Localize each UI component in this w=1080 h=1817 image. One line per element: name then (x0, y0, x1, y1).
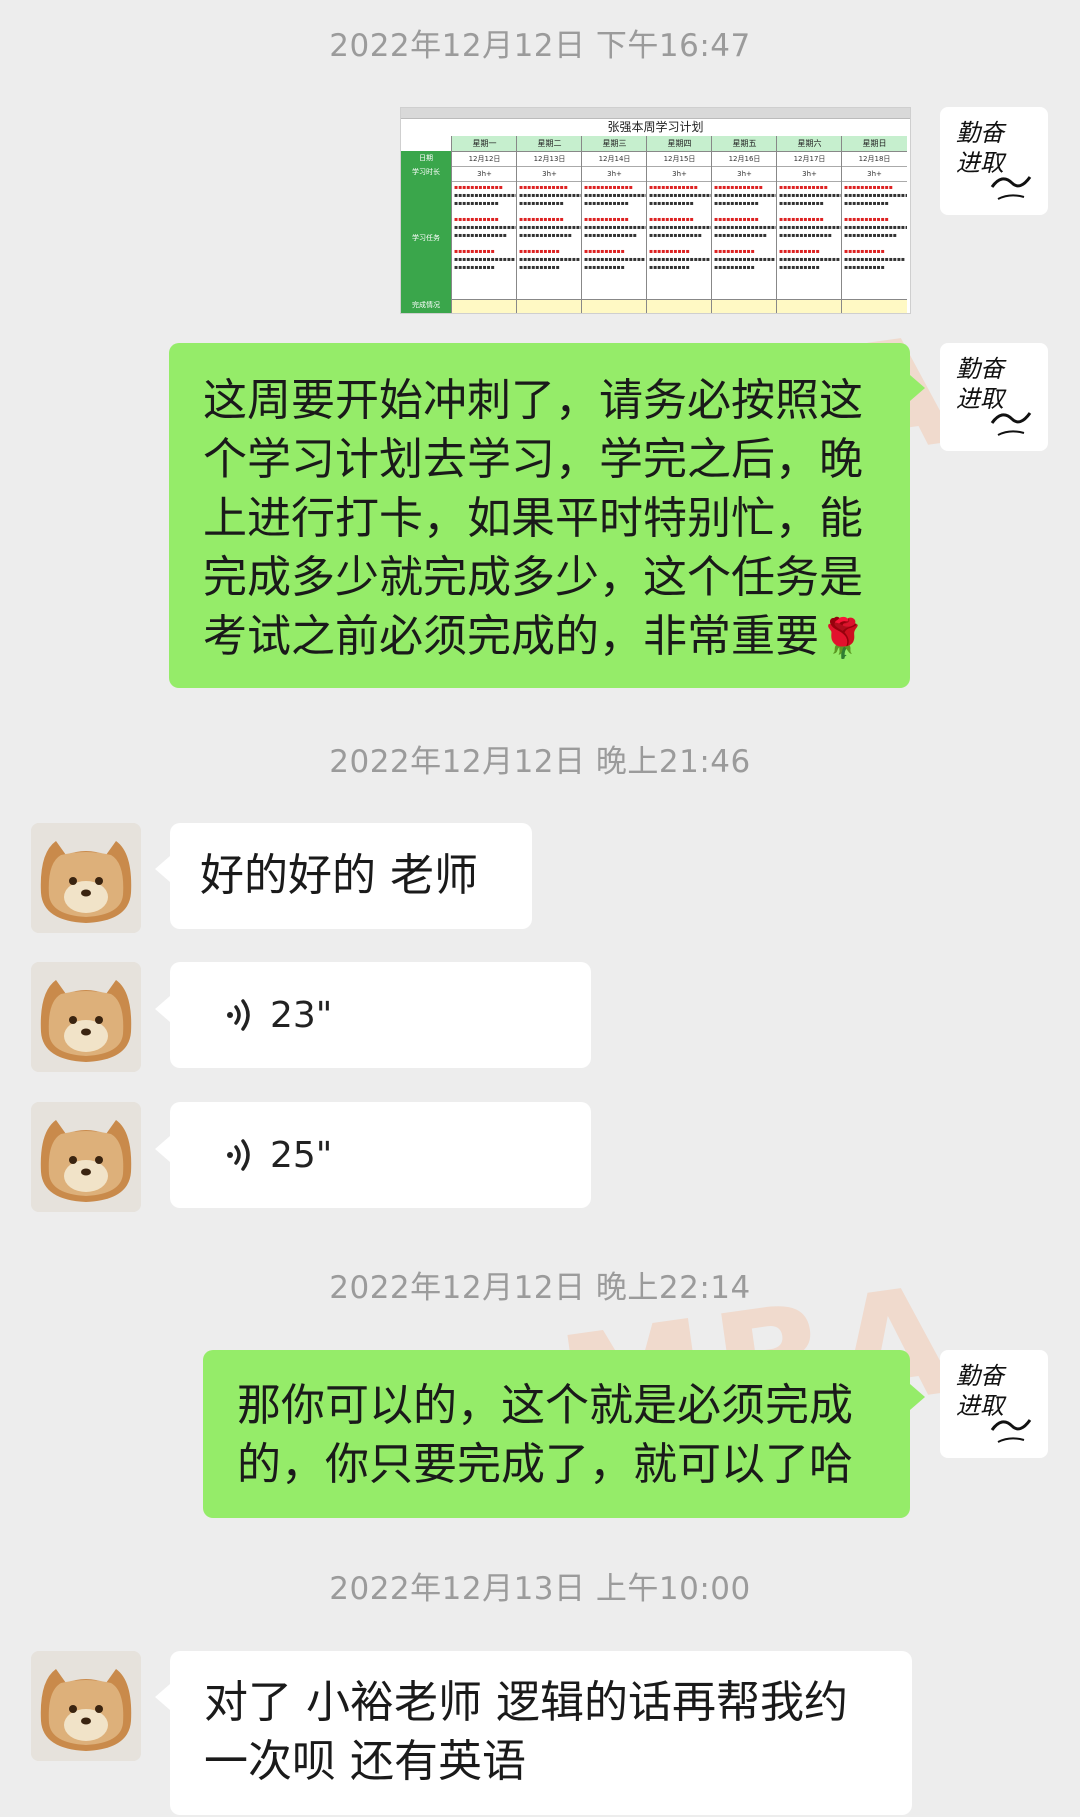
calligraphy-avatar-icon: 勤奋 进取 (956, 1362, 1032, 1443)
sheet-date: 12月17日 (777, 152, 842, 167)
sheet-date: 12月12日 (452, 152, 517, 167)
timestamp: 2022年12月12日 晚上22:14 (329, 1270, 751, 1306)
student-avatar[interactable] (31, 823, 141, 933)
sheet-col: 星期四 12月15日 3h+ ▪▪▪▪▪▪▪▪▪▪▪▪ ▪▪▪▪▪▪▪▪▪▪▪▪▪… (646, 136, 712, 313)
sheet-day: 星期一 (452, 136, 517, 152)
bubble-tail (155, 1684, 170, 1710)
voice-wave-icon (227, 1139, 250, 1171)
teacher-avatar[interactable]: 勤奋 进取 (940, 343, 1048, 451)
student-message[interactable]: 对了 小裕老师 逻辑的话再帮我约一次呗 还有英语 (170, 1651, 912, 1815)
sheet-status (517, 300, 582, 313)
sheet-hours: 3h+ (777, 167, 842, 182)
sheet-row-label: 完成情况 (401, 297, 451, 313)
message-text: 这周要开始冲刺了，请务必按照这个学习计划去学习，学完之后，晚上进行打卡，如果平时… (203, 375, 863, 662)
sheet-task: ▪▪▪▪▪▪▪▪▪▪▪▪ ▪▪▪▪▪▪▪▪▪▪▪▪▪▪▪▪ ▪▪▪▪▪▪▪▪▪▪▪ ▪… (452, 182, 517, 300)
sheet-task: ▪▪▪▪▪▪▪▪▪▪▪▪ ▪▪▪▪▪▪▪▪▪▪▪▪▪▪▪▪ ▪▪▪▪▪▪▪▪▪▪▪ ▪… (517, 182, 582, 300)
sheet-hours: 3h+ (712, 167, 777, 182)
sheet-date: 12月15日 (647, 152, 712, 167)
svg-text:进取: 进取 (956, 1392, 1007, 1420)
sheet-day: 星期五 (712, 136, 777, 152)
svg-text:勤奋: 勤奋 (956, 119, 1007, 147)
shiba-toast-avatar-icon (31, 1102, 141, 1212)
student-message[interactable]: 好的好的 老师 (170, 823, 532, 929)
sheet-col: 星期二 12月13日 3h+ ▪▪▪▪▪▪▪▪▪▪▪▪ ▪▪▪▪▪▪▪▪▪▪▪▪▪… (516, 136, 582, 313)
calligraphy-avatar-icon: 勤奋 进取 (956, 119, 1032, 200)
sheet-title: 张强本周学习计划 (607, 120, 704, 134)
bubble-tail (155, 996, 170, 1022)
sheet-row-label: 学习任务 (401, 179, 451, 298)
sheet-status (712, 300, 777, 313)
shiba-toast-avatar-icon (31, 823, 141, 933)
sheet-col: 星期五 12月16日 3h+ ▪▪▪▪▪▪▪▪▪▪▪▪ ▪▪▪▪▪▪▪▪▪▪▪▪▪… (711, 136, 777, 313)
sheet-corner (401, 136, 451, 151)
message-text: 那你可以的，这个就是必须完成的，你只要完成了，就可以了哈 (237, 1380, 853, 1490)
bubble-tail (910, 375, 925, 401)
teacher-message[interactable]: 这周要开始冲刺了，请务必按照这个学习计划去学习，学完之后，晚上进行打卡，如果平时… (169, 343, 910, 688)
sheet-date: 12月14日 (582, 152, 647, 167)
student-avatar[interactable] (31, 962, 141, 1072)
sheet-grid: 日期 学习时长 学习任务 完成情况 星期一 12月12日 3h+ ▪▪▪▪▪▪▪… (401, 136, 910, 313)
voice-message[interactable]: 23" (170, 962, 591, 1068)
sheet-status (777, 300, 842, 313)
svg-text:勤奋: 勤奋 (956, 355, 1007, 383)
sheet-col: 星期六 12月17日 3h+ ▪▪▪▪▪▪▪▪▪▪▪▪ ▪▪▪▪▪▪▪▪▪▪▪▪▪… (776, 136, 842, 313)
sheet-day: 星期四 (647, 136, 712, 152)
svg-text:进取: 进取 (956, 385, 1007, 413)
sheet-date: 12月18日 (842, 152, 907, 167)
voice-duration: 23" (270, 994, 333, 1036)
sheet-day: 星期日 (842, 136, 907, 152)
timestamp: 2022年12月12日 晚上21:46 (329, 744, 751, 780)
study-plan-image[interactable]: 张强本周学习计划 日期 学习时长 学习任务 完成情况 星期一 12月12日 3h… (400, 107, 911, 314)
sheet-task: ▪▪▪▪▪▪▪▪▪▪▪▪ ▪▪▪▪▪▪▪▪▪▪▪▪▪▪▪▪ ▪▪▪▪▪▪▪▪▪▪▪ ▪… (712, 182, 777, 300)
sheet-hours: 3h+ (647, 167, 712, 182)
svg-text:勤奋: 勤奋 (956, 1362, 1007, 1390)
calligraphy-avatar-icon: 勤奋 进取 (956, 355, 1032, 436)
sheet-day: 星期三 (582, 136, 647, 152)
sheet-hours: 3h+ (452, 167, 517, 182)
voice-message[interactable]: 25" (170, 1102, 591, 1208)
sheet-task: ▪▪▪▪▪▪▪▪▪▪▪▪ ▪▪▪▪▪▪▪▪▪▪▪▪▪▪▪▪ ▪▪▪▪▪▪▪▪▪▪▪ ▪… (842, 182, 907, 300)
student-avatar[interactable] (31, 1102, 141, 1212)
sheet-status (452, 300, 517, 313)
sheet-status (582, 300, 647, 313)
timestamp: 2022年12月12日 下午16:47 (329, 28, 751, 64)
timestamp: 2022年12月13日 上午10:00 (329, 1571, 751, 1607)
message-text: 对了 小裕老师 逻辑的话再帮我约一次呗 还有英语 (204, 1677, 848, 1787)
sheet-date: 12月16日 (712, 152, 777, 167)
bubble-tail (910, 1384, 925, 1410)
shiba-toast-avatar-icon (31, 1651, 141, 1761)
teacher-message[interactable]: 那你可以的，这个就是必须完成的，你只要完成了，就可以了哈 (203, 1350, 910, 1518)
sheet-hours: 3h+ (517, 167, 582, 182)
svg-text:进取: 进取 (956, 149, 1007, 177)
sheet-row-label: 日期 (401, 151, 451, 166)
bubble-tail (155, 856, 170, 882)
sheet-task: ▪▪▪▪▪▪▪▪▪▪▪▪ ▪▪▪▪▪▪▪▪▪▪▪▪▪▪▪▪ ▪▪▪▪▪▪▪▪▪▪▪ ▪… (582, 182, 647, 300)
sheet-day: 星期二 (517, 136, 582, 152)
shiba-toast-avatar-icon (31, 962, 141, 1072)
sheet-row-label: 学习时长 (401, 165, 451, 180)
sheet-date: 12月13日 (517, 152, 582, 167)
bubble-tail (155, 1136, 170, 1162)
teacher-avatar[interactable]: 勤奋 进取 (940, 1350, 1048, 1458)
sheet-status (647, 300, 712, 313)
sheet-col: 星期三 12月14日 3h+ ▪▪▪▪▪▪▪▪▪▪▪▪ ▪▪▪▪▪▪▪▪▪▪▪▪▪… (581, 136, 647, 313)
teacher-avatar[interactable]: 勤奋 进取 (940, 107, 1048, 215)
sheet-task: ▪▪▪▪▪▪▪▪▪▪▪▪ ▪▪▪▪▪▪▪▪▪▪▪▪▪▪▪▪ ▪▪▪▪▪▪▪▪▪▪▪ ▪… (777, 182, 842, 300)
voice-duration: 25" (270, 1134, 333, 1176)
sheet-day: 星期六 (777, 136, 842, 152)
sheet-col: 星期一 12月12日 3h+ ▪▪▪▪▪▪▪▪▪▪▪▪ ▪▪▪▪▪▪▪▪▪▪▪▪▪… (451, 136, 517, 313)
message-text: 好的好的 老师 (200, 850, 478, 901)
sheet-hours: 3h+ (842, 167, 907, 182)
sheet-status (842, 300, 907, 313)
voice-wave-icon (227, 999, 250, 1031)
rose-icon: 🌹 (819, 616, 867, 660)
sheet-header-bar (401, 108, 910, 119)
sheet-hours: 3h+ (582, 167, 647, 182)
student-avatar[interactable] (31, 1651, 141, 1761)
sheet-col: 星期日 12月18日 3h+ ▪▪▪▪▪▪▪▪▪▪▪▪ ▪▪▪▪▪▪▪▪▪▪▪▪▪… (841, 136, 907, 313)
sheet-task: ▪▪▪▪▪▪▪▪▪▪▪▪ ▪▪▪▪▪▪▪▪▪▪▪▪▪▪▪▪ ▪▪▪▪▪▪▪▪▪▪▪ ▪… (647, 182, 712, 300)
